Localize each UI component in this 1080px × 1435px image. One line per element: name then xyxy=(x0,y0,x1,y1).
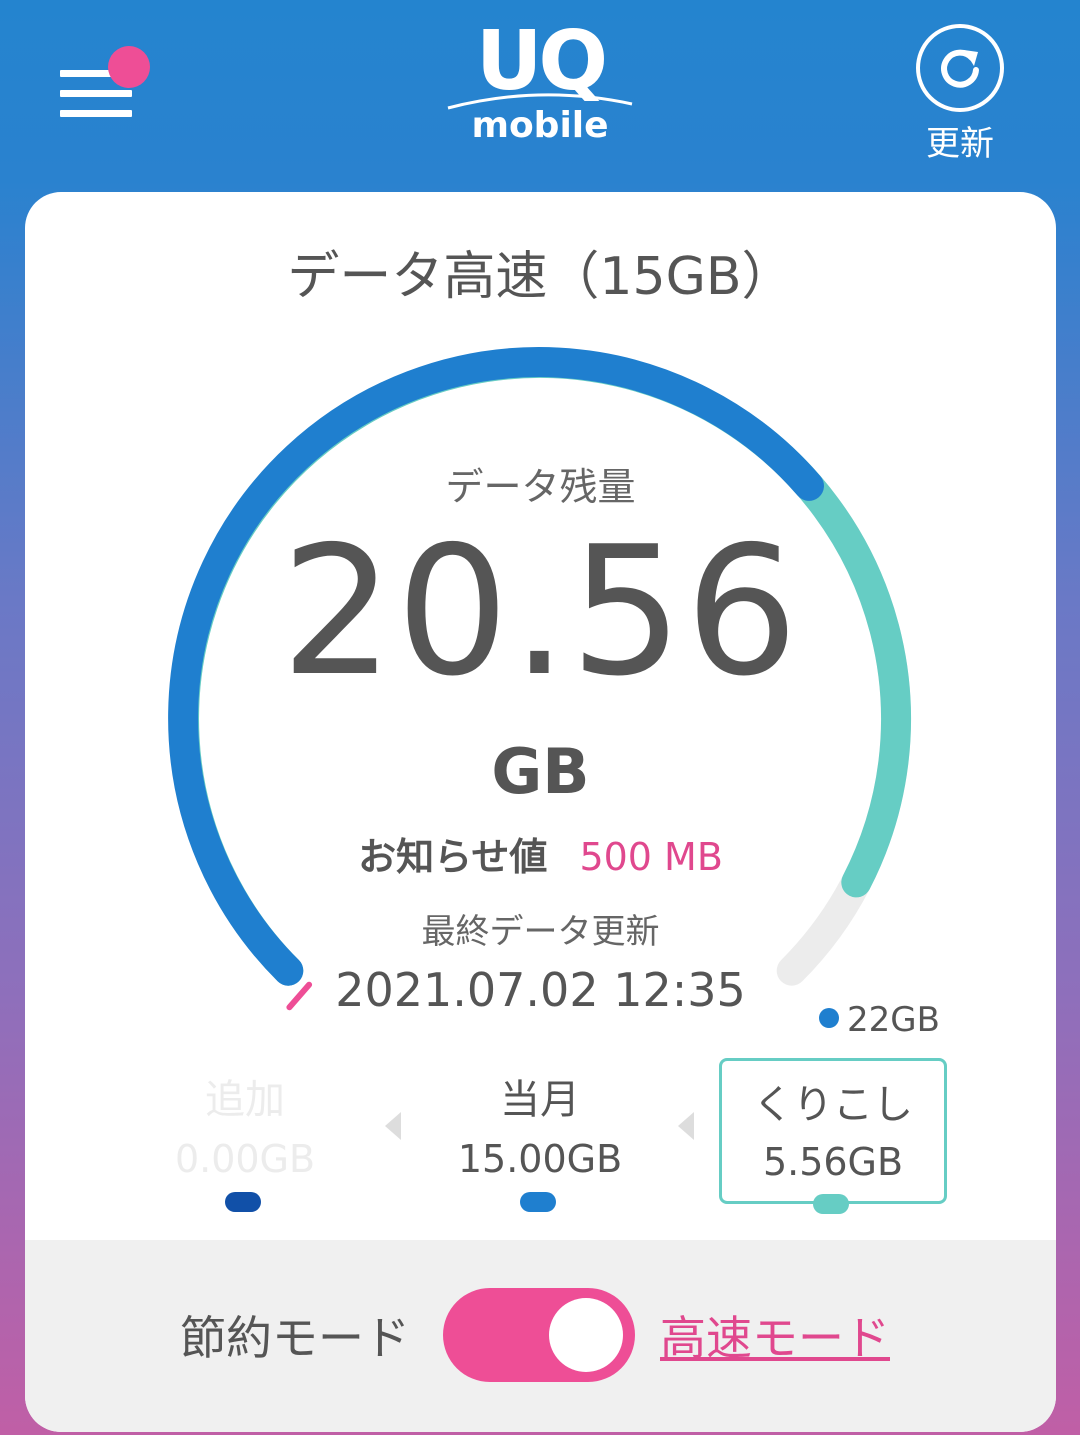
remaining-value: 20.56 xyxy=(280,508,801,715)
app-header: UQ mobile 更新 xyxy=(0,0,1080,190)
menu-bar xyxy=(60,90,132,97)
segment-added-pill xyxy=(225,1192,261,1212)
speed-mode-toggle[interactable] xyxy=(443,1288,635,1382)
segment-carryover-name: くりこし xyxy=(753,1082,913,1128)
remaining-label: データ残量 xyxy=(445,465,636,509)
segment-current-value: 15.00GB xyxy=(457,1137,623,1181)
fast-mode-label[interactable]: 高速モード xyxy=(660,1308,890,1368)
logo-mobile-text: mobile xyxy=(471,105,609,146)
chevron-left-icon xyxy=(678,1112,694,1140)
segment-current[interactable]: 当月 15.00GB xyxy=(440,1052,640,1192)
eco-mode-label[interactable]: 節約モード xyxy=(180,1308,410,1368)
chevron-left-icon xyxy=(385,1112,401,1140)
notice-value: 500 MB xyxy=(579,835,723,879)
capacity-dot-icon xyxy=(819,1008,839,1028)
mode-switch-bar: 節約モード 高速モード xyxy=(25,1240,1056,1432)
segment-carryover-pill xyxy=(813,1194,849,1214)
segment-carryover-value: 5.56GB xyxy=(762,1140,904,1184)
remaining-unit: GB xyxy=(491,735,590,808)
notice-threshold: お知らせ値 500 MB xyxy=(25,832,1056,882)
notice-label: お知らせ値 xyxy=(358,835,548,879)
notification-badge xyxy=(108,46,150,88)
segment-added-name: 追加 xyxy=(205,1077,285,1123)
segment-current-name: 当月 xyxy=(500,1077,580,1123)
segment-carryover[interactable]: くりこし 5.56GB xyxy=(719,1058,947,1204)
data-card: データ高速（15GB） データ残量 20.56 GB お知らせ値 500 MB … xyxy=(25,192,1056,1432)
menu-bar xyxy=(60,110,132,117)
capacity-label: 22GB xyxy=(847,1000,940,1040)
refresh-button[interactable]: 更新 xyxy=(912,24,1008,174)
segment-added[interactable]: 追加 0.00GB xyxy=(165,1052,325,1192)
refresh-icon xyxy=(916,24,1004,112)
uq-mobile-logo: UQ mobile xyxy=(440,18,640,148)
last-update-label: 最終データ更新 xyxy=(421,912,660,952)
refresh-label: 更新 xyxy=(926,124,994,164)
segment-added-value: 0.00GB xyxy=(174,1137,316,1181)
toggle-knob xyxy=(549,1298,623,1372)
segment-current-pill xyxy=(520,1192,556,1212)
